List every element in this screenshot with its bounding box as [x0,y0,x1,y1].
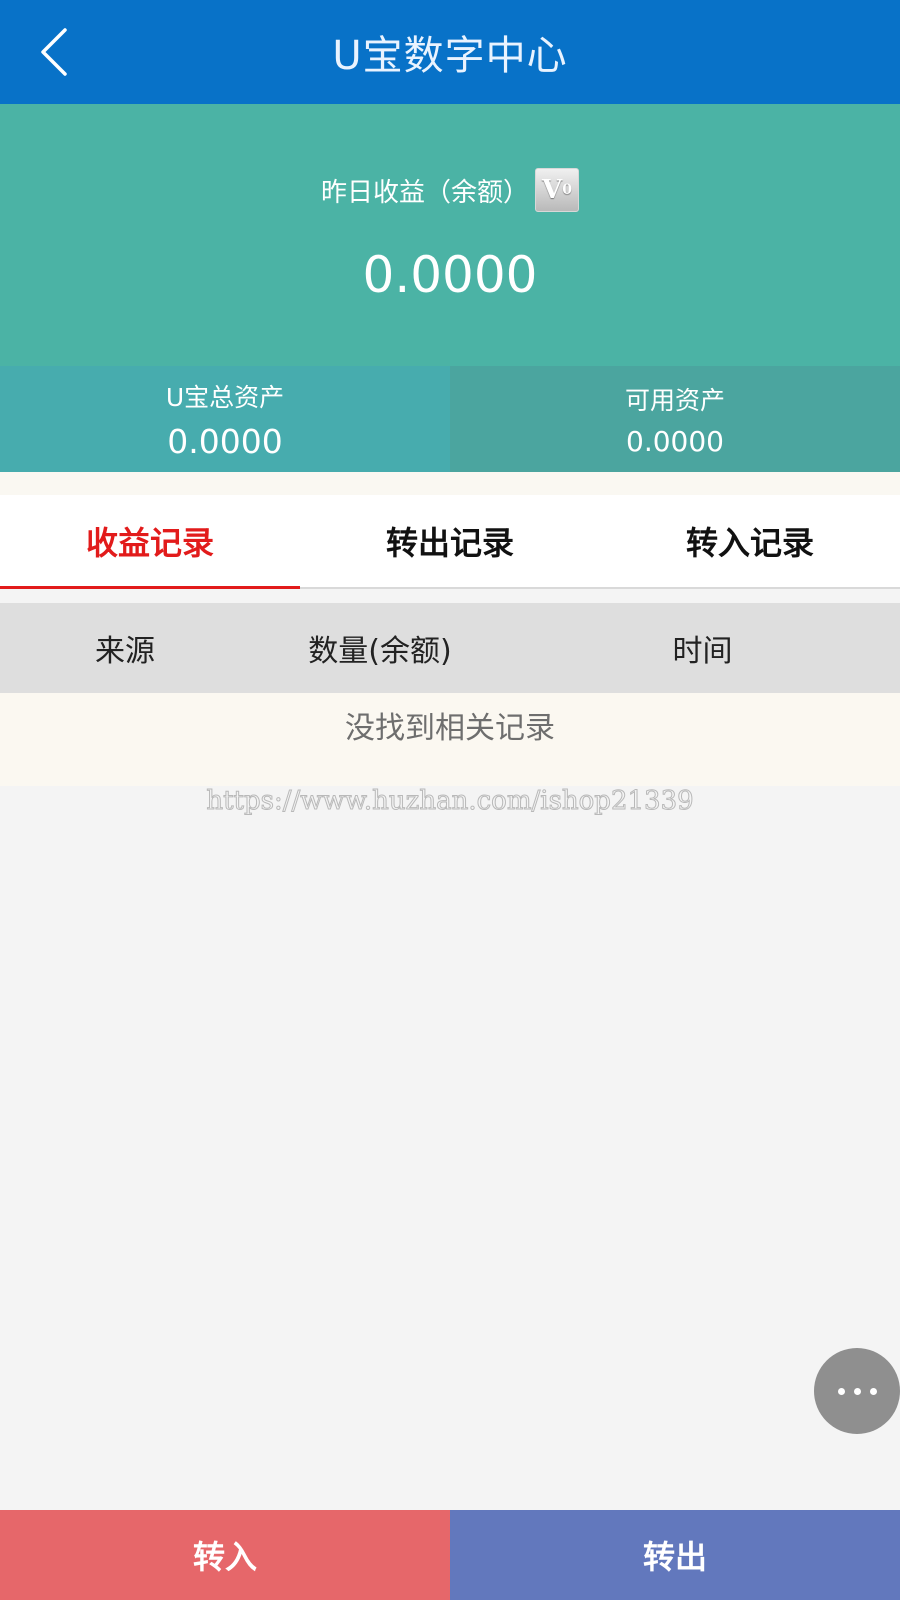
chevron-left-icon [41,28,67,76]
total-assets-cell: U宝总资产 0.0000 [0,366,450,472]
back-button[interactable] [24,22,84,82]
page-title: U宝数字中心 [332,33,568,79]
total-assets-label: U宝总资产 [165,382,285,412]
tab-earnings-records[interactable]: 收益记录 [0,495,300,589]
more-dot [853,1387,861,1395]
vip-badge-level: 0 [562,182,572,198]
top-bar: U宝数字中心 [0,0,900,104]
more-dots-icon [837,1387,845,1395]
column-amount: 数量(余额) [308,634,452,669]
available-assets-cell: 可用资产 0.0000 [450,366,900,472]
bottom-action-bar: 转入 转出 [0,1510,900,1600]
empty-records-row: 没找到相关记录 [0,693,900,786]
floating-more-button[interactable] [814,1348,900,1434]
column-time: 时间 [672,634,733,669]
available-assets-label: 可用资产 [624,385,725,415]
watermark-text: https://www.huzhan.com/ishop21339 [206,786,694,817]
tab-transfer-out-records[interactable]: 转出记录 [300,495,600,587]
available-assets-value: 0.0000 [626,424,724,458]
earnings-value: 0.0000 [362,246,538,304]
empty-records-text: 没找到相关记录 [345,711,555,746]
assets-summary: U宝总资产 0.0000 可用资产 0.0000 [0,366,900,472]
earnings-label: 昨日收益（余额） [320,177,529,208]
more-dot [869,1387,877,1395]
record-tabs: 收益记录 转出记录 转入记录 [0,495,900,589]
section-divider [0,472,900,495]
yesterday-earnings-panel: 昨日收益（余额） V0 0.0000 [0,104,900,366]
transfer-out-button[interactable]: 转出 [450,1510,900,1600]
records-table-header: 来源 数量(余额) 时间 [0,603,900,693]
vip-level-badge: V0 [535,168,579,212]
transfer-in-button[interactable]: 转入 [0,1510,450,1600]
column-source: 来源 [95,634,155,669]
total-assets-value: 0.0000 [167,421,283,461]
earnings-label-row: 昨日收益（余额） V0 [321,168,579,212]
vip-badge-letter: V [542,175,563,205]
tab-transfer-in-records[interactable]: 转入记录 [600,495,900,587]
